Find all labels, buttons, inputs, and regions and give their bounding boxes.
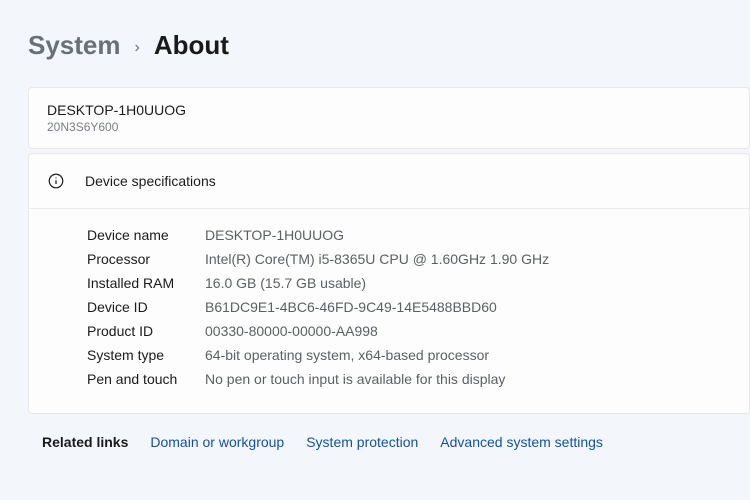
spec-value: No pen or touch input is available for t… [205,371,505,387]
spec-value: 00330-80000-00000-AA998 [205,323,378,339]
link-domain-or-workgroup[interactable]: Domain or workgroup [150,434,284,450]
spec-row: Installed RAM 16.0 GB (15.7 GB usable) [87,275,731,291]
device-summary-card: DESKTOP-1H0UUOG 20N3S6Y600 [28,87,750,149]
specs-body: Device name DESKTOP-1H0UUOG Processor In… [29,209,749,413]
specs-header[interactable]: Device specifications [29,154,749,209]
spec-label: Pen and touch [87,371,205,387]
page-title: About [154,30,229,61]
spec-value: 64-bit operating system, x64-based proce… [205,347,489,363]
spec-label: Device ID [87,299,205,315]
spec-row: Device ID B61DC9E1-4BC6-46FD-9C49-14E548… [87,299,731,315]
spec-row: Pen and touch No pen or touch input is a… [87,371,731,387]
spec-label: Device name [87,227,205,243]
link-advanced-system-settings[interactable]: Advanced system settings [440,434,603,450]
spec-row: Product ID 00330-80000-00000-AA998 [87,323,731,339]
device-name: DESKTOP-1H0UUOG [47,102,731,118]
spec-label: Installed RAM [87,275,205,291]
related-links-bar: Related links Domain or workgroup System… [28,418,750,466]
specs-title: Device specifications [85,173,216,189]
device-model: 20N3S6Y600 [47,120,731,134]
spec-label: Product ID [87,323,205,339]
spec-label: System type [87,347,205,363]
spec-row: Processor Intel(R) Core(TM) i5-8365U CPU… [87,251,731,267]
spec-value: 16.0 GB (15.7 GB usable) [205,275,366,291]
device-specs-card: Device specifications Device name DESKTO… [28,153,750,414]
spec-label: Processor [87,251,205,267]
chevron-right-icon: › [135,39,140,57]
spec-value: B61DC9E1-4BC6-46FD-9C49-14E5488BBD60 [205,299,497,315]
spec-value: DESKTOP-1H0UUOG [205,227,344,243]
breadcrumb-parent[interactable]: System [28,30,121,61]
breadcrumb: System › About [28,30,750,61]
related-links-label: Related links [42,434,128,450]
spec-row: System type 64-bit operating system, x64… [87,347,731,363]
link-system-protection[interactable]: System protection [306,434,418,450]
spec-row: Device name DESKTOP-1H0UUOG [87,227,731,243]
spec-value: Intel(R) Core(TM) i5-8365U CPU @ 1.60GHz… [205,251,549,267]
info-icon [47,172,65,190]
